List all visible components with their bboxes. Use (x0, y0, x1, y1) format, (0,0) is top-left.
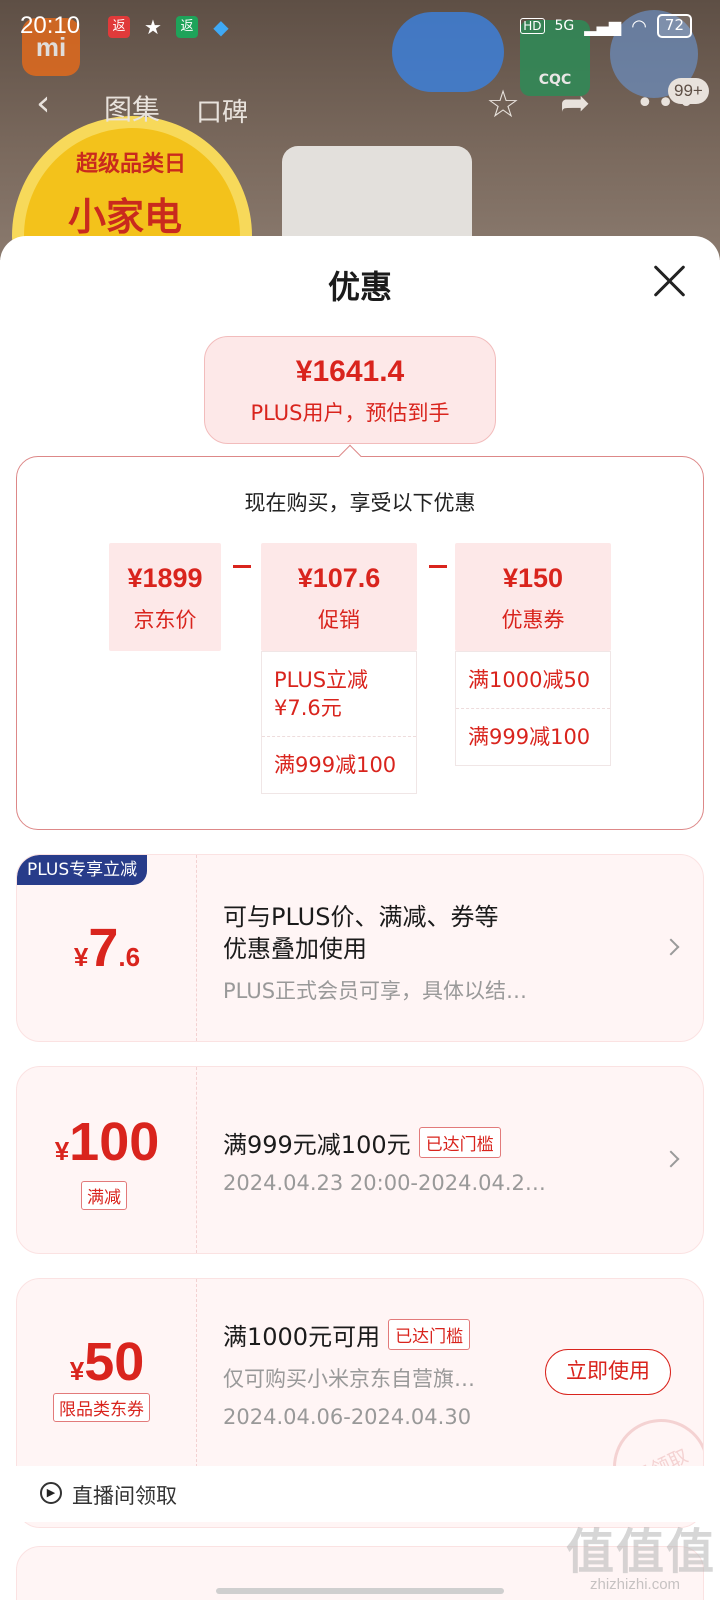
coupon-detail-1: 满1000减50 (468, 668, 591, 692)
plus-ribbon: PLUS专享立减 (17, 855, 148, 885)
full-reduction-tag: 满减 (81, 1181, 127, 1210)
coupon-type-tag: 限品类东券 (53, 1393, 150, 1422)
network-indicator: 5G (554, 18, 575, 34)
share-icon[interactable]: ➦ (560, 84, 590, 124)
battery-icon: 72 (656, 14, 692, 38)
discount-sheet: 优惠 ¥1641.4 PLUS用户，预估到手 现在购买，享受以下优惠 ¥1899… (0, 236, 720, 1600)
coupon-card: ¥150 优惠券 (455, 543, 611, 651)
jd-price-card: ¥1899 京东价 (109, 543, 221, 651)
coupon-source-text: 直播间领取 (72, 1484, 177, 1508)
full-reduction-amount: ¥100 (17, 1111, 197, 1173)
coupon-validity: 2024.04.06-2024.04.30 (223, 1405, 472, 1429)
tab-reviews[interactable]: 口碑 (196, 92, 248, 129)
chevron-right-icon (662, 1150, 680, 1168)
coupon-value: ¥50 (17, 1331, 197, 1393)
sheet-title: 优惠 (327, 268, 392, 306)
estimated-price-label: PLUS用户，预估到手 (250, 401, 450, 425)
wifi-icon: ◠ (631, 15, 647, 37)
plus-desc-sub: PLUS正式会员可享，具体以结… (223, 979, 528, 1003)
plus-discount-amount: ¥7.6 (17, 917, 197, 979)
minus-icon (233, 565, 251, 568)
amount-integer: 50 (84, 1332, 145, 1392)
promotion-label: 促销 (318, 608, 360, 632)
promotion-detail-plus: PLUS立减 ¥7.6元 (274, 668, 369, 720)
estimated-price-bubble: ¥1641.4 PLUS用户，预估到手 (204, 336, 496, 444)
plus-desc-line-2: 优惠叠加使用 (223, 935, 367, 963)
breakdown-title: 现在购买，享受以下优惠 (244, 491, 476, 515)
amount-integer: 100 (69, 1112, 160, 1172)
favorite-star-icon[interactable]: ☆ (486, 84, 520, 124)
message-count-badge: 99+ (668, 78, 709, 104)
status-right: HD 5G ▂▄▆ ◠ 72 (520, 14, 692, 38)
coupon-amount: ¥150 (502, 563, 564, 593)
back-icon[interactable]: ‹ (36, 84, 66, 124)
promo-line-1: 超级品类日 (76, 152, 187, 177)
app-notification-icon-2: 返 (176, 16, 198, 38)
currency-symbol: ¥ (54, 1136, 70, 1166)
currency-symbol: ¥ (73, 942, 89, 972)
currency-symbol: ¥ (69, 1356, 85, 1386)
coupon-label: 优惠券 (501, 608, 565, 632)
promotion-amount: ¥107.6 (297, 563, 381, 593)
plus-discount-card[interactable]: PLUS专享立减 ¥7.6 可与PLUS价、满减、券等 优惠叠加使用 PLUS正… (16, 854, 704, 1042)
close-icon[interactable] (648, 258, 692, 302)
full-reduction-card[interactable]: ¥100 满减 满999元减100元 已达门槛 2024.04.23 20:00-… (16, 1066, 704, 1254)
promotion-detail-full-reduction: 满999减100 (262, 736, 416, 793)
promo-line-2: 小家电 (68, 194, 183, 239)
hd-indicator: HD (520, 18, 545, 34)
status-bar: 20:10 返 ★ 返 ◆ HD 5G ▂▄▆ ◠ 72 (0, 0, 720, 56)
signal-icon: ▂▄▆ (584, 16, 622, 36)
watermark-logo: 值值值 (566, 1524, 717, 1580)
threshold-met-badge: 已达门槛 (418, 1127, 501, 1158)
full-reduction-title: 满999元减100元 已达门槛 (223, 1125, 501, 1160)
use-now-button[interactable]: 立即使用 (545, 1349, 671, 1395)
estimated-price: ¥1641.4 (295, 355, 405, 388)
amount-decimal: .6 (118, 942, 141, 972)
threshold-met-badge: 已达门槛 (388, 1319, 471, 1350)
coupon-title-text: 满1000元可用 (223, 1323, 381, 1351)
watermark-url: zhizhizhi.com (590, 1576, 681, 1593)
amount-integer: 7 (88, 918, 119, 978)
coupon-detail-2: 满999减100 (456, 708, 610, 765)
chevron-right-icon (662, 938, 680, 956)
jd-price-amount: ¥1899 (127, 563, 203, 593)
jd-price-label: 京东价 (133, 608, 197, 632)
promotion-details: PLUS立减 ¥7.6元 满999减100 (261, 651, 417, 794)
plus-desc-line-1: 可与PLUS价、满减、券等 (223, 903, 499, 931)
coupon-title: 满1000元可用 已达门槛 (223, 1317, 471, 1352)
full-reduction-title-text: 满999元减100元 (223, 1131, 411, 1159)
full-reduction-period: 2024.04.23 20:00-2024.04.2… (223, 1171, 546, 1195)
price-breakdown: 现在购买，享受以下优惠 ¥1899 京东价 ¥107.6 促销 PLUS立减 ¥… (16, 456, 704, 830)
app-notification-icon: 返 (108, 16, 130, 38)
tab-gallery[interactable]: 图集 (104, 88, 160, 128)
home-indicator[interactable] (216, 1588, 504, 1594)
live-room-icon: ▶ (40, 1482, 62, 1504)
qq-icon: ◆ (213, 15, 229, 39)
coupon-scope: 仅可购买小米京东自营旗… (223, 1367, 475, 1391)
status-time: 20:10 (20, 12, 81, 39)
star-notification-icon: ★ (144, 15, 162, 39)
notification-icons: 返 ★ 返 ◆ (108, 16, 232, 38)
promotion-card: ¥107.6 促销 (261, 543, 417, 651)
minus-icon-2 (429, 565, 447, 568)
coupon-details: 满1000减50 满999减100 (455, 651, 611, 766)
